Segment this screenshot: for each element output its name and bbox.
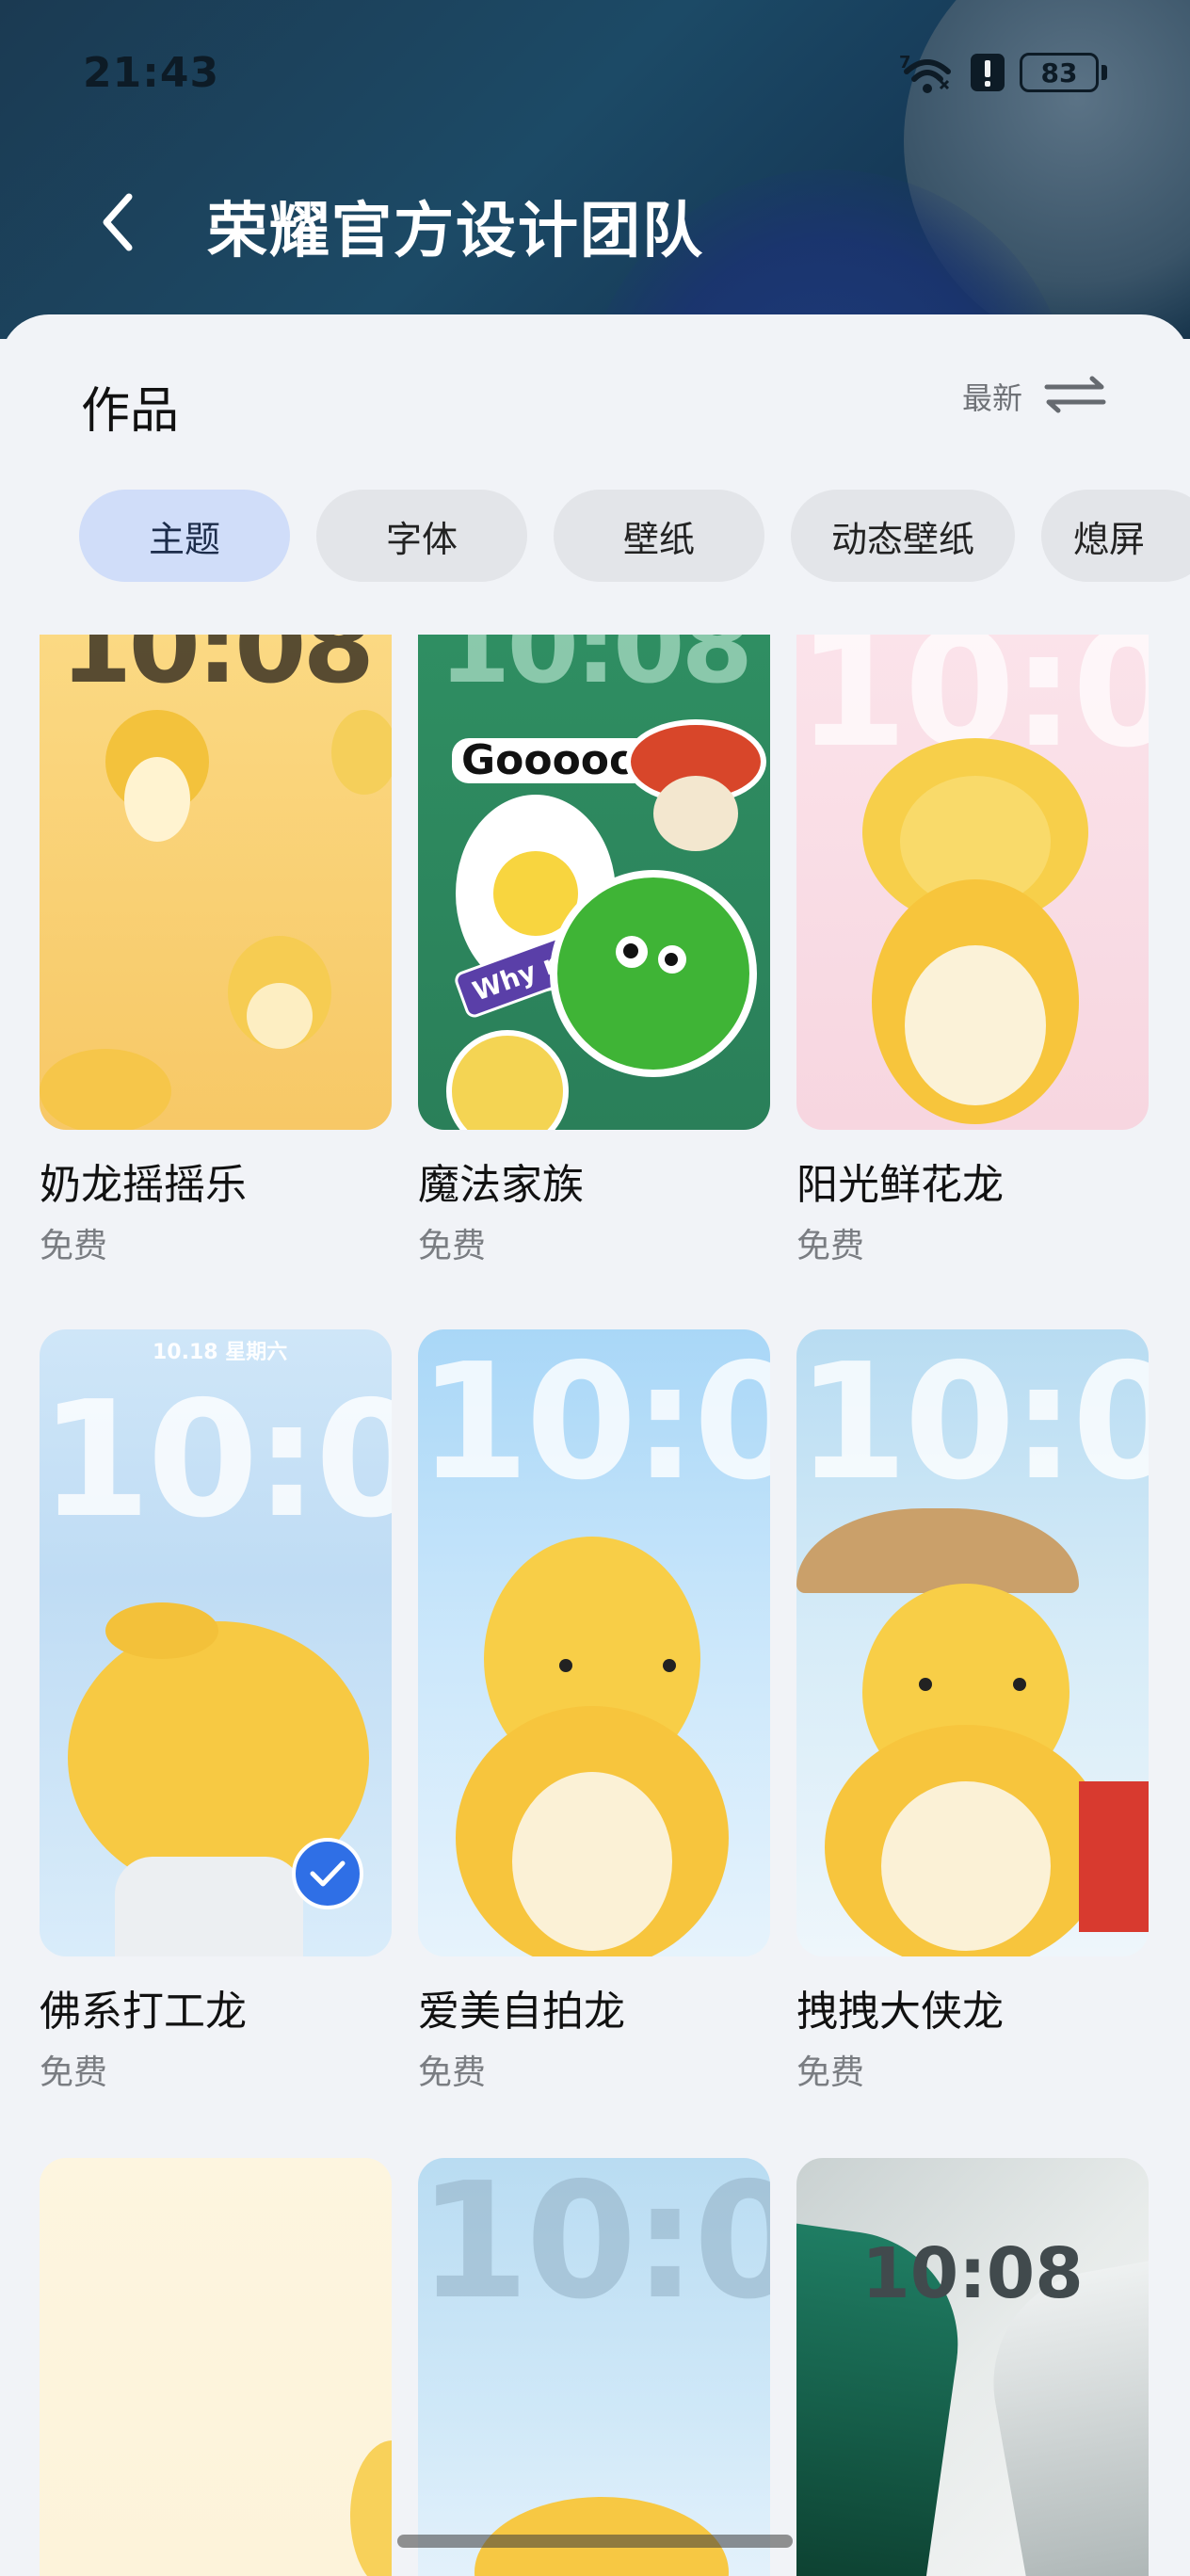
status-time: 21:43 bbox=[83, 49, 220, 97]
back-button[interactable] bbox=[85, 185, 151, 260]
content-card: 作品 最新 主题 字体 壁纸 动态壁纸 熄屏 10:08 奶龙摇摇乐 免费 10… bbox=[0, 314, 1190, 2576]
status-icons: 7 83 bbox=[899, 51, 1107, 94]
list-item[interactable]: 10:08 拽拽大侠龙 免费 bbox=[796, 1329, 1149, 2092]
item-name: 阳光鲜花龙 bbox=[796, 1161, 1004, 1209]
check-icon bbox=[310, 1860, 346, 1887]
sort-button[interactable]: 最新 bbox=[962, 375, 1107, 418]
sort-label: 最新 bbox=[961, 380, 1022, 416]
item-price: 免费 bbox=[796, 1227, 865, 1265]
theme-thumbnail[interactable]: 10:08 bbox=[418, 2158, 770, 2576]
list-item[interactable]: 10:08 爱美自拍龙 免费 bbox=[418, 1329, 770, 2092]
theme-thumbnail[interactable]: 10:08 bbox=[796, 635, 1149, 1130]
section-title: 作品 bbox=[81, 383, 180, 440]
item-price: 免费 bbox=[418, 1227, 487, 1265]
theme-thumbnail[interactable]: 10:08 Goooooood Why not! bbox=[418, 635, 770, 1130]
theme-thumbnail[interactable]: 10.18 星期六 10:08 bbox=[40, 1329, 392, 1956]
item-price: 免费 bbox=[418, 2053, 487, 2092]
tab-theme[interactable]: 主题 bbox=[79, 490, 290, 582]
item-name: 佛系打工龙 bbox=[40, 1988, 247, 2036]
category-tabs: 主题 字体 壁纸 动态壁纸 熄屏 bbox=[79, 490, 1190, 584]
tab-aod[interactable]: 熄屏 bbox=[1041, 490, 1190, 582]
item-name: 爱美自拍龙 bbox=[418, 1988, 625, 2036]
home-indicator[interactable] bbox=[397, 2535, 793, 2548]
theme-thumbnail[interactable]: 10:08 bbox=[796, 2158, 1149, 2576]
list-item[interactable]: 10:08 奶龙摇摇乐 免费 bbox=[40, 635, 392, 1265]
battery-icon: 83 bbox=[1020, 53, 1107, 92]
alert-icon bbox=[969, 52, 1006, 93]
item-name: 拽拽大侠龙 bbox=[796, 1988, 1004, 2036]
list-item[interactable]: 10:08 bbox=[418, 2158, 770, 2576]
theme-thumbnail[interactable]: 10:08 bbox=[418, 1329, 770, 1956]
list-item[interactable] bbox=[40, 2158, 392, 2576]
chevron-left-icon bbox=[103, 193, 133, 251]
sort-icon bbox=[1043, 376, 1107, 417]
item-price: 免费 bbox=[40, 1227, 108, 1265]
wifi-icon: 7 bbox=[899, 51, 956, 94]
status-bar: 21:43 7 83 bbox=[0, 0, 1190, 151]
battery-level: 83 bbox=[1020, 53, 1099, 92]
tab-wallpaper[interactable]: 壁纸 bbox=[554, 490, 764, 582]
tab-font[interactable]: 字体 bbox=[316, 490, 527, 582]
list-item[interactable]: 10:08 阳光鲜花龙 免费 bbox=[796, 635, 1149, 1265]
list-item[interactable]: 10:08 bbox=[796, 2158, 1149, 2576]
list-item[interactable]: 10.18 星期六 10:08 佛系打工龙 免费 bbox=[40, 1329, 392, 2092]
selected-badge bbox=[292, 1838, 363, 1909]
item-price: 免费 bbox=[796, 2053, 865, 2092]
item-name: 奶龙摇摇乐 bbox=[40, 1161, 247, 1209]
theme-thumbnail[interactable] bbox=[40, 2158, 392, 2576]
page-title: 荣耀官方设计团队 bbox=[207, 197, 704, 266]
theme-thumbnail[interactable]: 10:08 bbox=[40, 635, 392, 1130]
item-price: 免费 bbox=[40, 2053, 108, 2092]
theme-thumbnail[interactable]: 10:08 bbox=[796, 1329, 1149, 1956]
tab-live-wallpaper[interactable]: 动态壁纸 bbox=[791, 490, 1015, 582]
list-item[interactable]: 10:08 Goooooood Why not! 魔法家族 免费 bbox=[418, 635, 770, 1265]
item-name: 魔法家族 bbox=[418, 1161, 584, 1209]
